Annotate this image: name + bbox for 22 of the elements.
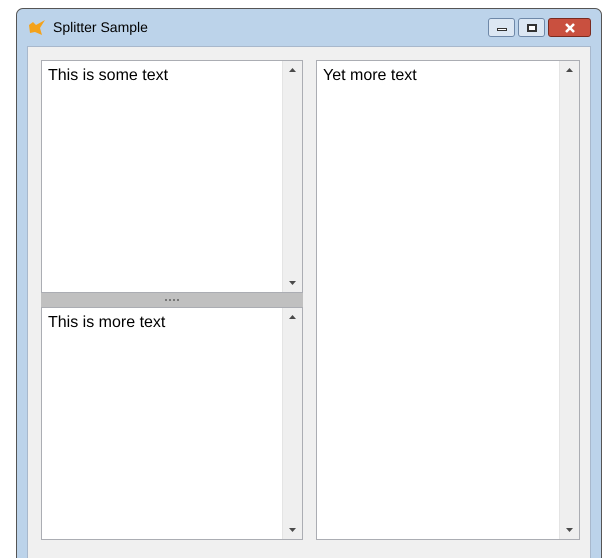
text-content: Yet more text <box>323 67 417 84</box>
vertical-scrollbar[interactable] <box>282 61 302 292</box>
minimize-button[interactable] <box>488 18 515 37</box>
text-area[interactable]: Yet more text <box>316 60 580 540</box>
vertical-scrollbar[interactable] <box>559 61 579 539</box>
minimize-icon <box>496 28 506 31</box>
scroll-up-arrow-icon[interactable] <box>289 315 296 319</box>
vertical-scrollbar[interactable] <box>282 308 302 539</box>
scroll-down-arrow-icon[interactable] <box>566 528 573 532</box>
restore-icon <box>526 24 536 32</box>
text-content: This is more text <box>48 314 166 331</box>
scroll-down-arrow-icon[interactable] <box>289 281 296 285</box>
text-content: This is some text <box>48 67 168 84</box>
maximize-button[interactable] <box>518 18 545 37</box>
text-area[interactable]: This is some text <box>41 60 303 293</box>
close-icon <box>564 22 576 32</box>
close-button[interactable] <box>548 18 591 37</box>
window-title: Splitter Sample <box>53 18 148 37</box>
text-area[interactable]: This is more text <box>41 307 303 540</box>
scroll-up-arrow-icon[interactable] <box>289 68 296 72</box>
scroll-up-arrow-icon[interactable] <box>566 68 573 72</box>
scroll-down-arrow-icon[interactable] <box>289 528 296 532</box>
